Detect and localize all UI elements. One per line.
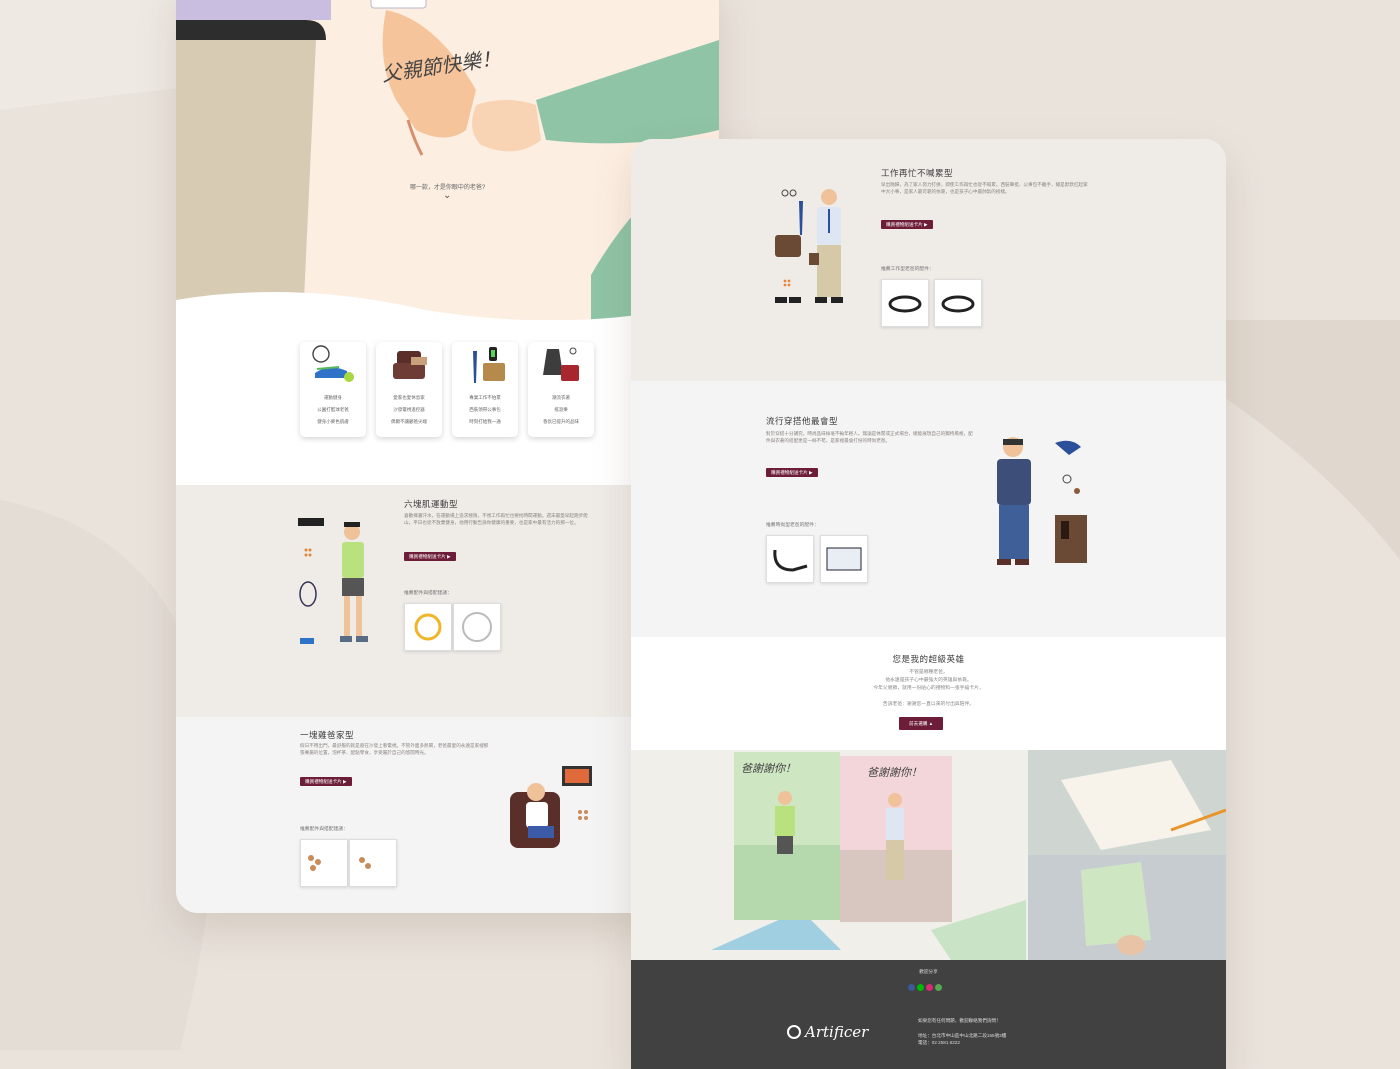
gift-card-icon [359, 857, 371, 869]
section-title: 六塊肌運動型 [404, 499, 459, 509]
address-text: 地址：台北市中山區中山北路二段155號3樓 [918, 1033, 1007, 1038]
fashion-dad-illustration [997, 437, 1087, 565]
product-thumbnail[interactable] [300, 839, 348, 887]
card-line: 搖滾樂 [554, 407, 568, 412]
section-title: 工作再忙不喊累型 [881, 168, 954, 178]
section-body: 假日不用出門，最舒服的就是窩在沙發上看電視。不管外面多熱鬧，老爸最愛的永遠是家裡… [300, 743, 489, 756]
section-body: 早出晚歸，為了家人努力打拼，即使工作再忙也從不喊累。西裝筆挺、公事包不離手，總是… [881, 182, 1088, 195]
bracelet-icon [941, 295, 975, 313]
chevron-down-icon[interactable]: ⌄ [443, 190, 451, 201]
gift-card-icon [308, 855, 321, 871]
recommend-label: 推薦配件與搭配建議： [300, 827, 348, 832]
recommend-label: 推薦配件與搭配建議： [404, 591, 452, 596]
share-label: 歡迎分享 [919, 969, 938, 974]
buy-gift-button[interactable]: 購買禮物組送卡片 ▶ [300, 777, 352, 786]
category-card-fashion[interactable]: 潮流衣著 搖滾樂 香氛已提升的品味 [528, 342, 594, 437]
landing-page-mockup-right: 工作再忙不喊累型 早出晚歸，為了家人努力打拼，即使工作再忙也從不喊累。西裝筆挺、… [631, 139, 1226, 1069]
category-card-sports[interactable]: 運動健身 公園打籃球老爸 健身小麥色肌膚 [300, 342, 366, 437]
bracelet-icon [773, 549, 808, 572]
workaholic-section: 工作再忙不喊累型 早出晚歸，為了家人努力打拼，即使工作再忙也從不喊累。西裝筆挺、… [631, 139, 1226, 381]
line-icon[interactable] [917, 984, 924, 991]
hero-text-line: 他永遠是孩子心中最強大的英雄與依靠。 [885, 678, 972, 683]
sporty-dad-illustration [298, 518, 368, 644]
gift-box-icon [826, 547, 862, 571]
go-shopping-button[interactable]: 前去選購 ▲ [899, 717, 944, 730]
card-line: 公園打籃球老爸 [317, 407, 349, 412]
section-body: 對於穿搭十分講究，時尚品味絲毫不輸年輕人。無論是休閒或正式場合，總能展現自己的獨… [766, 431, 973, 444]
business-dad-illustration [775, 189, 843, 303]
phone-text: 電話：02 2581 6222 [918, 1040, 960, 1045]
buy-gift-button[interactable]: 購買禮物組送卡片 ▶ [881, 220, 933, 229]
card-caption: 爸謝謝你！ [867, 766, 922, 779]
section-body: 喜歡揮灑汗水，在運動場上追求極限，不畏工作再忙也要找時間運動。週末最愛早起跑步爬… [404, 513, 588, 526]
bracelet-icon [888, 295, 922, 313]
armchair-icon [393, 351, 427, 379]
recommend-label: 推薦工作型老爸的配件： [881, 267, 934, 272]
card-line: 潮流衣著 [552, 395, 570, 400]
homebody-dad-illustration [510, 766, 592, 848]
email-icon[interactable] [935, 984, 942, 991]
logo-text: Artificer [805, 1023, 869, 1041]
hero-text-line: 告訴老爸：謝謝您一直以來的付出與陪伴。 [882, 702, 975, 707]
instagram-icon[interactable] [926, 984, 933, 991]
card-line: 偶爾不讓顧爸尖端 [391, 419, 427, 424]
category-card-home[interactable]: 愛家也愛休息家 沙發電視遙控器 偶爾不讓顧爸尖端 [376, 342, 442, 437]
facebook-icon[interactable] [908, 984, 915, 991]
section-title: 您是我的超級英雄 [892, 654, 965, 664]
product-thumbnail[interactable] [453, 603, 501, 651]
contact-text: 如果您有任何問題，歡迎聯絡我們詢問！ [918, 1018, 1001, 1023]
card-line: 時刻打給我一通 [469, 419, 501, 424]
card-line: 愛家也愛休息家 [393, 395, 425, 400]
briefcase-tie-icon [473, 347, 505, 383]
card-line: 香氛已提升的品味 [543, 419, 579, 424]
card-line: 運動健身 [324, 395, 342, 400]
card-line: 健身小麥色肌膚 [317, 419, 349, 424]
card-line: 沙發電視遙控器 [393, 407, 425, 412]
footer: 歡迎分享 Artificer 如果您有任何問題，歡迎聯絡我們詢問！ 地址：台北市… [631, 960, 1226, 1069]
buy-gift-button[interactable]: 購買禮物組送卡片 ▶ [404, 552, 456, 561]
buy-gift-button[interactable]: 購買禮物組送卡片 ▶ [766, 468, 818, 477]
recommend-label: 推薦時尚型老爸的配件： [766, 523, 819, 528]
section-title: 流行穿搭他最會型 [766, 416, 839, 426]
logo-mark-icon [787, 1025, 801, 1039]
super-hero-section: 您是我的超級英雄 不管是哪種老爸， 他永遠是孩子心中最強大的英雄與依靠。 今年父… [631, 637, 1226, 750]
fashion-section: 流行穿搭他最會型 對於穿搭十分講究，時尚品味絲毫不輸年輕人。無論是休閒或正式場合… [631, 381, 1226, 637]
card-line: 西裝領帶公事包 [469, 407, 501, 412]
product-thumbnail[interactable] [881, 279, 929, 327]
product-thumbnail[interactable] [349, 839, 397, 887]
section-title: 一塊雞爸家型 [300, 730, 355, 740]
product-thumbnail[interactable] [404, 603, 452, 651]
card-photo-gallery: 爸謝謝你！ 爸謝謝你！ [631, 750, 1226, 960]
watch-box-icon [414, 613, 442, 641]
card-caption: 爸謝謝你！ [741, 762, 796, 775]
jacket-bag-icon [543, 347, 579, 381]
watch-box-icon [462, 612, 492, 642]
greeting-card-photos [631, 750, 1226, 960]
product-thumbnail[interactable] [766, 535, 814, 583]
product-thumbnail[interactable] [934, 279, 982, 327]
brand-logo[interactable]: Artificer [787, 1023, 868, 1041]
hero-text-line: 今年父親節，就用一份貼心的禮物和一張手繪卡片， [873, 686, 984, 691]
hero-text-line: 不管是哪種老爸， [909, 670, 948, 675]
sneaker-racket-icon [312, 345, 354, 382]
card-line: 專業工作不怕累 [469, 395, 501, 400]
product-thumbnail[interactable] [820, 535, 868, 583]
category-card-work[interactable]: 專業工作不怕累 西裝領帶公事包 時刻打給我一通 [452, 342, 518, 437]
